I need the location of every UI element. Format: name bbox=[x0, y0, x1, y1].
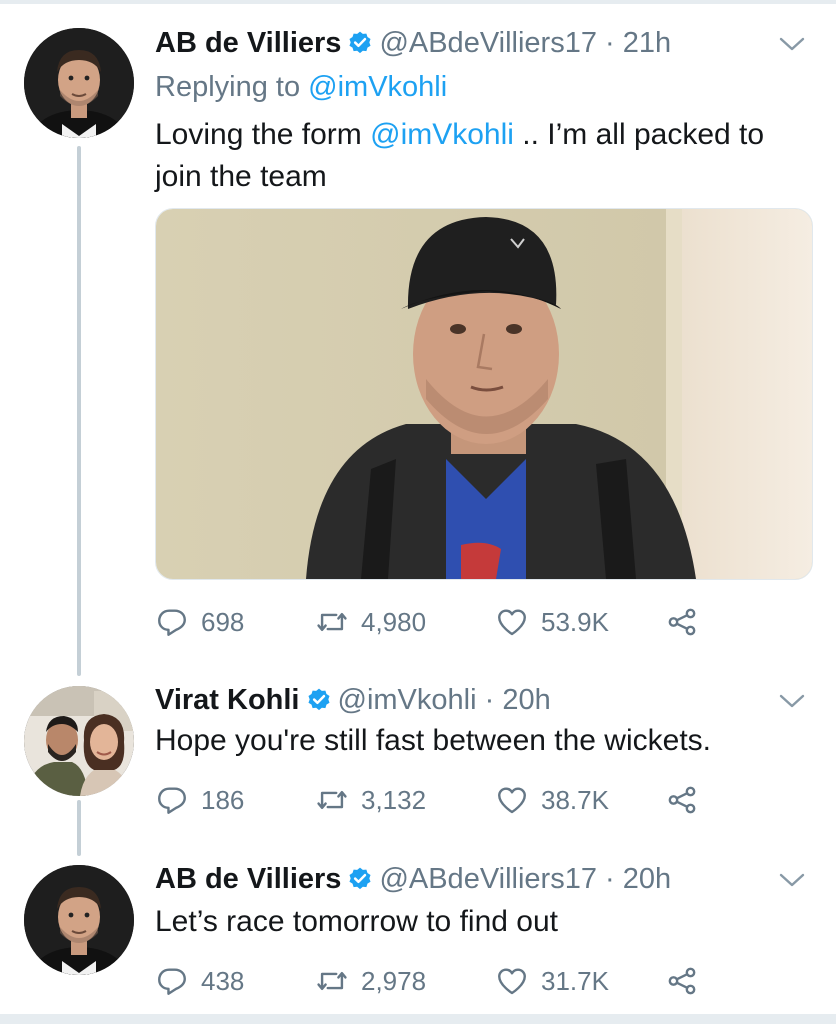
share-icon bbox=[668, 967, 696, 995]
reply-icon bbox=[158, 787, 186, 814]
like-icon bbox=[498, 787, 526, 814]
retweet-count: 4,980 bbox=[361, 606, 427, 637]
avatar[interactable] bbox=[24, 686, 134, 796]
share-button[interactable] bbox=[665, 961, 699, 1001]
avatar[interactable] bbox=[24, 865, 134, 975]
tweet[interactable]: AB de Villiers @ABdeVilliers17 · 21h Repl… bbox=[0, 0, 836, 660]
bottom-divider bbox=[0, 1014, 836, 1024]
tweet-photo[interactable] bbox=[155, 208, 813, 580]
tweet[interactable]: AB de Villiers @ABdeVilliers17 · 20h Let’… bbox=[0, 845, 836, 1015]
reply-count: 438 bbox=[201, 965, 245, 996]
mention-link[interactable]: @imVkohli bbox=[370, 118, 514, 151]
share-button[interactable] bbox=[665, 780, 699, 820]
separator-dot: · bbox=[484, 684, 495, 716]
user-handle[interactable]: @ABdeVilliers17 bbox=[379, 863, 597, 895]
retweet-count: 2,978 bbox=[361, 965, 427, 996]
share-icon bbox=[668, 786, 696, 814]
reply-count: 698 bbox=[201, 606, 245, 637]
replying-to: Replying to @imVkohli bbox=[155, 69, 447, 105]
verified-icon bbox=[349, 31, 371, 54]
like-count: 31.7K bbox=[541, 965, 609, 996]
retweet-button[interactable]: 2,978 bbox=[315, 961, 426, 1001]
user-handle[interactable]: @ABdeVilliers17 bbox=[379, 27, 597, 59]
avatar-image bbox=[24, 865, 134, 975]
avatar-image bbox=[24, 686, 134, 796]
tweet-text-part: Loving the form bbox=[155, 118, 371, 151]
separator-dot: · bbox=[605, 27, 615, 59]
tweet-text: Hope you're still fast between the wicke… bbox=[155, 724, 711, 757]
like-count: 53.9K bbox=[541, 606, 609, 637]
display-name[interactable]: AB de Villiers bbox=[155, 27, 341, 59]
tweet[interactable]: Virat Kohli @imVkohli · 20h Hope you're s… bbox=[0, 660, 836, 845]
verified-icon bbox=[307, 688, 330, 711]
display-name[interactable]: AB de Villiers bbox=[155, 863, 341, 895]
share-button[interactable] bbox=[665, 602, 699, 642]
timestamp[interactable]: 21h bbox=[623, 27, 671, 59]
separator-dot: · bbox=[605, 863, 615, 895]
chevron-down-icon[interactable] bbox=[778, 691, 806, 711]
display-name[interactable]: Virat Kohli bbox=[155, 684, 300, 716]
like-count: 38.7K bbox=[541, 784, 609, 815]
reply-button[interactable]: 698 bbox=[155, 602, 244, 642]
retweet-icon bbox=[317, 972, 347, 990]
tweet-actions: 438 2,978 31.7K bbox=[155, 961, 715, 1001]
tweet-actions: 698 4,980 53.9K bbox=[155, 602, 715, 642]
chevron-down-icon[interactable] bbox=[778, 34, 806, 54]
avatar-image bbox=[24, 28, 134, 138]
avatar[interactable] bbox=[24, 28, 134, 138]
like-button[interactable]: 31.7K bbox=[495, 961, 609, 1001]
tweet-text: Let’s race tomorrow to find out bbox=[155, 905, 558, 938]
chevron-down-icon[interactable] bbox=[778, 870, 806, 890]
reply-button[interactable]: 438 bbox=[155, 961, 244, 1001]
share-icon bbox=[668, 608, 696, 636]
retweet-icon bbox=[317, 791, 347, 809]
timestamp[interactable]: 20h bbox=[502, 684, 550, 716]
photo-image bbox=[156, 209, 812, 579]
tweet-header: AB de Villiers @ABdeVilliers17 · 20h bbox=[155, 861, 671, 897]
reply-count: 186 bbox=[201, 784, 245, 815]
retweet-button[interactable]: 4,980 bbox=[315, 602, 426, 642]
like-button[interactable]: 53.9K bbox=[495, 602, 609, 642]
retweet-icon bbox=[317, 613, 347, 631]
reply-icon bbox=[158, 609, 186, 636]
retweet-button[interactable]: 3,132 bbox=[315, 780, 426, 820]
like-button[interactable]: 38.7K bbox=[495, 780, 609, 820]
tweet-header: AB de Villiers @ABdeVilliers17 · 21h bbox=[155, 25, 671, 61]
replying-to-label: Replying to bbox=[155, 71, 309, 103]
user-handle[interactable]: @imVkohli bbox=[338, 684, 477, 716]
retweet-count: 3,132 bbox=[361, 784, 427, 815]
verified-icon bbox=[349, 867, 371, 890]
reply-button[interactable]: 186 bbox=[155, 780, 244, 820]
like-icon bbox=[498, 609, 526, 636]
tweet-actions: 186 3,132 38.7K bbox=[155, 780, 715, 820]
tweet-text: Loving the form @imVkohli .. I’m all pac… bbox=[155, 114, 815, 198]
reply-icon bbox=[158, 968, 186, 995]
timestamp[interactable]: 20h bbox=[623, 863, 671, 895]
like-icon bbox=[498, 968, 526, 995]
tweet-header: Virat Kohli @imVkohli · 20h bbox=[155, 682, 551, 718]
reply-mention-link[interactable]: @imVkohli bbox=[308, 71, 447, 103]
